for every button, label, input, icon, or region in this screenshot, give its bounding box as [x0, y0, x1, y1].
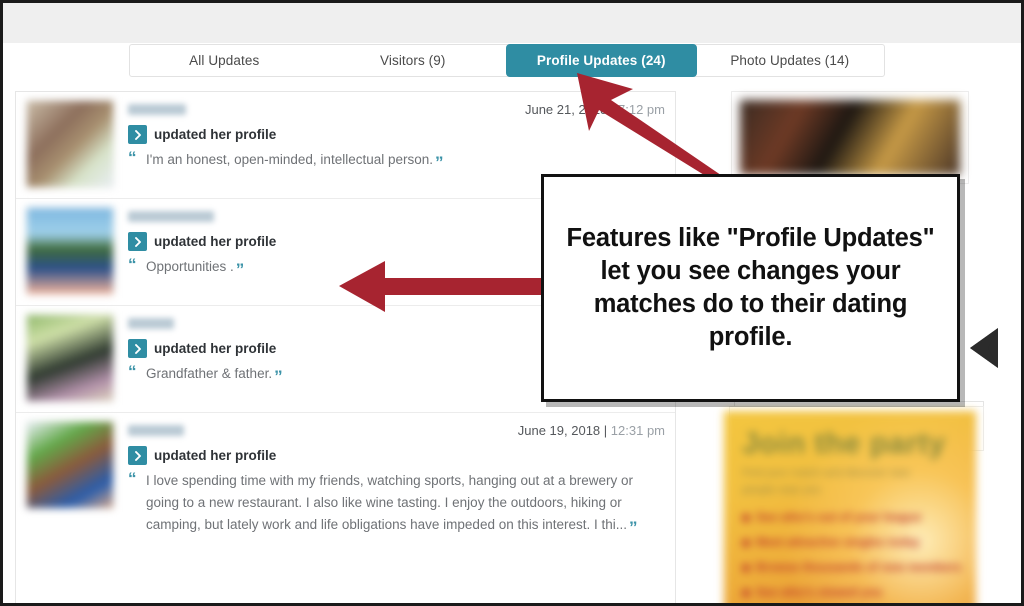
tab-visitors[interactable]: Visitors (9) [319, 45, 508, 76]
update-content: June 19, 2018 | 12:31 pm updated her pro… [114, 421, 665, 536]
ad-bullet-list: See who's out of your league Meet attrac… [742, 510, 976, 599]
update-quote-text: I love spending time with my friends, wa… [146, 473, 633, 532]
update-action-line: updated her profile [128, 125, 665, 144]
quote-close-icon: ” [435, 153, 444, 172]
ad-subtitle: Find your match and discover new people … [742, 467, 910, 496]
page-header-band [3, 3, 1021, 43]
chevron-right-icon [128, 446, 147, 465]
avatar[interactable] [26, 314, 114, 402]
promo-card[interactable] [731, 91, 969, 184]
update-action-line: updated her profile [128, 446, 665, 465]
update-header: June 21, 2018 | 7:12 pm [128, 100, 665, 122]
tab-profile-updates[interactable]: Profile Updates (24) [507, 45, 696, 76]
username-label[interactable] [128, 425, 184, 436]
avatar[interactable] [26, 207, 114, 295]
update-date: June 19, 2018 [517, 423, 601, 438]
update-list-item[interactable]: June 19, 2018 | 12:31 pm updated her pro… [16, 413, 675, 546]
annotation-callout-text: Features like "Profile Updates" let you … [566, 223, 935, 352]
ad-bullet-item: Meet attractive singles today [742, 535, 976, 549]
ad-bullet-item: See who's viewed you [742, 585, 976, 599]
promo-image [740, 100, 960, 175]
update-quote-text: I'm an honest, open-minded, intellectual… [146, 152, 434, 167]
tab-all-updates[interactable]: All Updates [130, 45, 319, 76]
quote-close-icon: ” [629, 517, 638, 537]
chevron-right-icon [128, 232, 147, 251]
update-quote-text: Grandfather & father. [146, 366, 273, 381]
screenshot-root: All Updates Visitors (9) Profile Updates… [0, 0, 1024, 606]
update-timestamp: June 19, 2018 | 12:31 pm [518, 421, 665, 438]
update-time: 12:31 pm [610, 423, 665, 438]
update-action-text: updated her profile [154, 341, 277, 356]
avatar[interactable] [26, 100, 114, 188]
avatar[interactable] [26, 421, 114, 509]
timestamp-separator: | [611, 102, 615, 117]
update-quote: “I'm an honest, open-minded, intellectua… [128, 148, 444, 172]
update-date: June 21, 2018 [524, 102, 608, 117]
updates-tab-bar: All Updates Visitors (9) Profile Updates… [129, 44, 885, 77]
update-header: June 19, 2018 | 12:31 pm [128, 421, 665, 443]
username-label[interactable] [128, 104, 186, 115]
update-quote-text: Opportunities . [146, 259, 234, 274]
quote-close-icon: ” [274, 367, 283, 386]
update-action-text: updated her profile [154, 127, 277, 142]
ad-title: Join the party [742, 427, 946, 460]
ad-banner[interactable]: Join the party Find your match and disco… [724, 411, 976, 603]
annotation-callout-box: Features like "Profile Updates" let you … [541, 174, 960, 402]
timestamp-separator: | [603, 423, 608, 438]
update-action-text: updated her profile [154, 234, 277, 249]
username-label[interactable] [128, 211, 214, 222]
ad-bullet-item: Browse thousands of new members [742, 560, 976, 574]
update-action-text: updated her profile [154, 448, 277, 463]
update-quote: “I love spending time with my friends, w… [128, 469, 638, 537]
tab-photo-updates[interactable]: Photo Updates (14) [696, 45, 885, 76]
update-timestamp: June 21, 2018 | 7:12 pm [525, 100, 665, 117]
chevron-right-icon [128, 339, 147, 358]
ad-bullet-item: See who's out of your league [742, 510, 976, 524]
quote-close-icon: ” [235, 260, 245, 279]
username-label[interactable] [128, 318, 174, 329]
chevron-right-icon [128, 125, 147, 144]
update-time: 7:12 pm [618, 102, 665, 117]
